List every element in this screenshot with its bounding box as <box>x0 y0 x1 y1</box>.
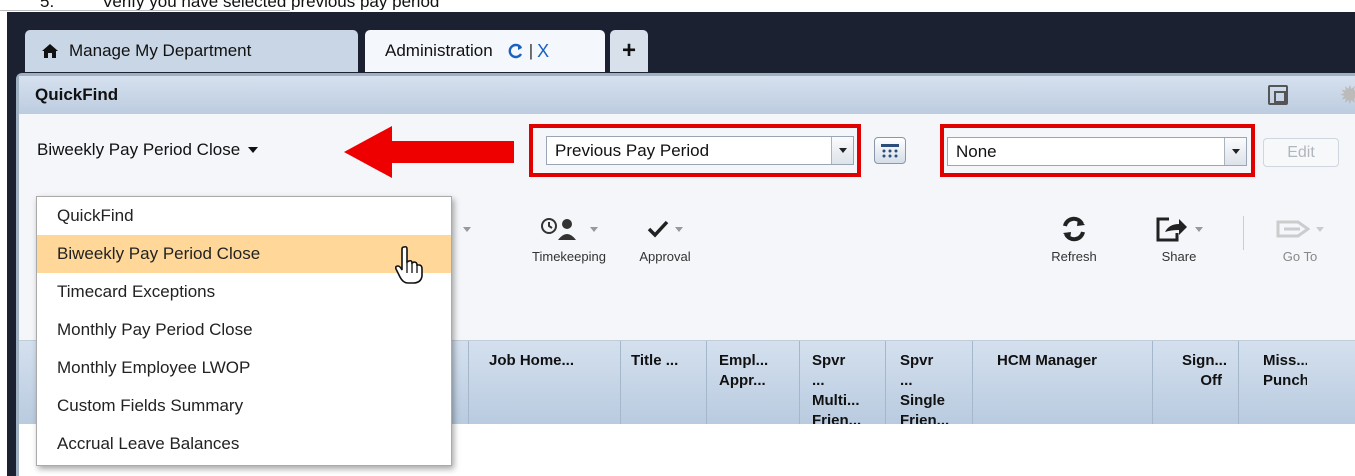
hyperfind-select[interactable]: None <box>947 137 1247 166</box>
quickfind-view-dropdown: QuickFind Biweekly Pay Period Close Time… <box>36 196 452 466</box>
toolbar-go-to[interactable]: Go To <box>1255 209 1345 264</box>
dropdown-item-quickfind[interactable]: QuickFind <box>37 197 451 235</box>
dropdown-item-custom-fields-summary[interactable]: Custom Fields Summary <box>37 387 451 425</box>
timekeeping-icon <box>541 218 576 240</box>
dropdown-item-accrual-leave-balances[interactable]: Accrual Leave Balances <box>37 425 451 463</box>
dropdown-item-monthly-pay-period-close[interactable]: Monthly Pay Period Close <box>37 311 451 349</box>
toolbar-label: Share <box>1161 249 1197 264</box>
tab-label: Administration <box>385 41 493 60</box>
people-icon <box>451 218 457 241</box>
refresh-icon <box>1063 216 1085 242</box>
home-icon <box>42 44 58 58</box>
column-header-title[interactable]: Title ... <box>620 341 706 425</box>
maximize-icon[interactable] <box>1268 85 1288 105</box>
column-header-sign-off[interactable]: Sign... Off <box>1152 341 1238 425</box>
timeframe-value: Previous Pay Period <box>555 140 710 160</box>
step-number: 5. <box>40 0 55 10</box>
dropdown-item-biweekly-pay-period-close[interactable]: Biweekly Pay Period Close <box>37 235 451 273</box>
gear-icon[interactable]: ✹ <box>1339 80 1355 111</box>
toolbar-label: Timekeeping <box>532 249 606 264</box>
checkmark-icon <box>647 220 669 238</box>
chevron-down-icon <box>838 148 847 153</box>
red-arrow-annotation <box>344 126 514 178</box>
column-header-spvr-single-friendly[interactable]: Spvr ... Single Frien... <box>885 341 971 429</box>
column-header-empl-appr[interactable]: Empl... Appr... <box>706 341 796 425</box>
dropdown-item-monthly-employee-lwop[interactable]: Monthly Employee LWOP <box>37 349 451 387</box>
add-tab-button[interactable]: + <box>610 30 648 72</box>
toolbar-refresh[interactable]: Refresh <box>1034 209 1114 264</box>
instruction-caption: 5. Verify you have selected previous pay … <box>40 0 600 10</box>
toolbar-label: Approval <box>639 249 691 264</box>
quickfind-view-selector[interactable]: Biweekly Pay Period Close <box>37 140 259 160</box>
hyperfind-dropdown-button[interactable] <box>1224 138 1246 165</box>
timeframe-select[interactable]: Previous Pay Period <box>546 136 854 165</box>
column-header-missed-punch[interactable]: Miss... Punch <box>1238 341 1355 425</box>
tab-manage-my-department[interactable]: Manage My Department <box>25 30 358 72</box>
goto-icon <box>1276 220 1310 238</box>
hyperfind-value: None <box>956 141 997 161</box>
toolbar-divider <box>1243 216 1244 250</box>
panel-title: QuickFind <box>35 85 119 104</box>
tab-label: Manage My Department <box>69 41 252 60</box>
calendar-grid-icon <box>881 143 899 157</box>
hand-cursor-icon <box>394 245 423 284</box>
dropdown-item-timecard-exceptions[interactable]: Timecard Exceptions <box>37 273 451 311</box>
column-header-spvr-multi-friendly[interactable]: Spvr ... Multi... Frien... <box>799 341 885 429</box>
calendar-button[interactable] <box>874 137 906 164</box>
caption-divider <box>0 10 290 11</box>
chevron-down-icon <box>248 147 259 153</box>
edit-button[interactable]: Edit <box>1263 138 1339 167</box>
timeframe-dropdown-button[interactable] <box>831 137 853 164</box>
toolbar-approval[interactable]: Approval <box>625 209 705 264</box>
toolbar-label: Refresh <box>1051 249 1097 264</box>
chevron-down-icon <box>1231 149 1240 154</box>
refresh-icon[interactable] <box>507 42 525 60</box>
tab-separator: | <box>528 41 534 60</box>
quickfind-view-value: Biweekly Pay Period Close <box>37 140 241 159</box>
share-icon <box>1156 217 1187 242</box>
column-header-job-home[interactable]: Job Home... <box>468 341 620 425</box>
column-header-hcm-manager[interactable]: HCM Manager <box>972 341 1152 425</box>
panel-header: QuickFind ✹ <box>19 76 1355 114</box>
toolbar-share[interactable]: Share <box>1139 209 1219 264</box>
tab-administration[interactable]: Administration | X <box>365 30 605 72</box>
close-icon[interactable]: X <box>537 41 549 62</box>
step-text: Verify you have selected previous pay pe… <box>102 0 440 10</box>
toolbar-label: Go To <box>1282 249 1318 264</box>
toolbar-timekeeping[interactable]: Timekeeping <box>514 209 624 264</box>
